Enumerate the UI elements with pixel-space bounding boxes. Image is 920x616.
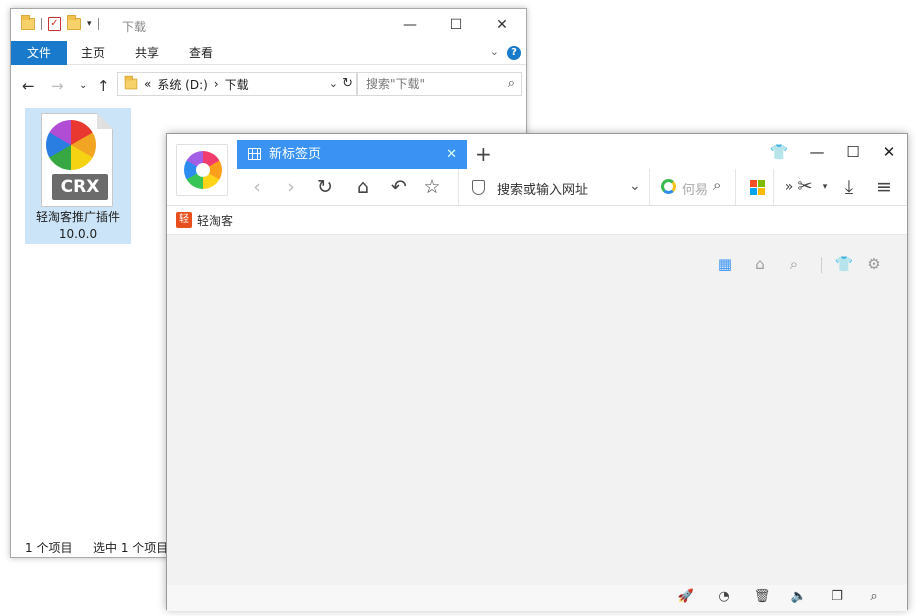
refresh-icon[interactable]: ↻: [313, 175, 337, 199]
tab-view[interactable]: 查看: [179, 41, 223, 65]
maximize-button[interactable]: ☐: [433, 9, 479, 41]
url-dropdown-icon[interactable]: ⌄: [629, 178, 641, 194]
crx-file-icon: CRX: [41, 113, 113, 207]
security-shield-icon[interactable]: [472, 180, 485, 195]
browser-toolbar: ‹ › ↻ ⌂ ↶ ☆ 搜索或输入网址 ⌄ 何易 ⌕ » ✂ ▾ ⤓ ≡: [167, 169, 907, 206]
speedup-rocket-icon[interactable]: 🚀: [676, 589, 696, 604]
address-dropdown-icon[interactable]: ⌄: [329, 77, 338, 90]
new-folder-icon[interactable]: [67, 15, 81, 30]
forward-icon[interactable]: ›: [279, 175, 303, 199]
breadcrumb-folder[interactable]: 下载: [225, 76, 249, 93]
quick-access-toolbar: ✓ ▾: [21, 15, 99, 31]
recent-locations-icon[interactable]: ⌄: [79, 80, 87, 91]
divider: [97, 18, 99, 30]
settings-gear-icon[interactable]: ⚙: [864, 255, 884, 273]
divider: [773, 169, 774, 205]
up-icon[interactable]: ↑: [97, 77, 110, 95]
maximize-button[interactable]: ☐: [839, 140, 867, 164]
home-icon[interactable]: ⌂: [351, 175, 375, 199]
favorite-star-icon[interactable]: ☆: [420, 175, 444, 199]
screenshot-dropdown-icon[interactable]: ▾: [813, 175, 837, 199]
divider: [821, 257, 822, 273]
help-icon[interactable]: ?: [507, 46, 521, 60]
address-chevron[interactable]: «: [144, 77, 151, 91]
browser-window: 新标签页 ✕ + 👕 — ☐ ✕ ‹ › ↻ ⌂ ↶ ☆ 搜索或输入网址 ⌄ 何…: [166, 133, 908, 611]
search-icon[interactable]: ⌕: [713, 176, 721, 194]
divider: [735, 169, 736, 205]
url-input[interactable]: 搜索或输入网址: [497, 179, 588, 198]
undo-close-icon[interactable]: ↶: [387, 175, 411, 199]
minimize-button[interactable]: —: [803, 140, 831, 164]
crx-badge: CRX: [52, 174, 108, 200]
browser-titlebar: 新标签页 ✕ + 👕 — ☐ ✕: [167, 134, 907, 169]
status-item-count: 1 个项目: [25, 541, 73, 555]
folder-icon[interactable]: [21, 15, 35, 30]
qingtaoke-bookmark-icon: 轻: [176, 212, 192, 228]
divider: [649, 169, 650, 205]
close-button[interactable]: ✕: [875, 140, 903, 164]
search-placeholder: 搜索"下载": [366, 77, 426, 91]
expand-ribbon-icon[interactable]: ⌄: [490, 45, 499, 58]
menu-icon[interactable]: ≡: [872, 175, 896, 199]
crx-ball-graphic: [46, 120, 96, 170]
trash-icon[interactable]: 🗑: [752, 589, 772, 604]
search-engine-icon[interactable]: [661, 179, 676, 194]
download-icon[interactable]: ⤓: [837, 175, 861, 199]
folder-icon: [124, 75, 138, 90]
forward-icon[interactable]: →: [51, 77, 64, 95]
tab-close-icon[interactable]: ✕: [446, 140, 457, 169]
divider: [458, 169, 459, 205]
skin-icon[interactable]: 👕: [765, 140, 793, 164]
back-icon[interactable]: ←: [22, 77, 35, 95]
search-icon[interactable]: ⌕: [784, 255, 804, 273]
search-icon[interactable]: ⌕: [508, 73, 515, 95]
breadcrumb-arrow-icon[interactable]: ›: [214, 77, 219, 91]
divider: [41, 18, 42, 30]
apps-icon[interactable]: [750, 180, 765, 195]
close-button[interactable]: ✕: [479, 9, 525, 41]
customize-dropdown-icon[interactable]: ▾: [87, 19, 92, 29]
minimize-button[interactable]: —: [387, 9, 433, 41]
new-tab-page: ▦ ⌂ ⌕ 👕 ⚙: [167, 235, 907, 585]
file-name: 轻淘客推广插件 10.0.0: [26, 209, 130, 243]
browser-statusbar: 🚀 ◔ 🗑 🔈 ❐ ⌕: [167, 585, 907, 611]
grid-view-icon[interactable]: ▦: [715, 255, 735, 273]
properties-icon[interactable]: ✓: [48, 17, 61, 31]
bookmarks-bar: 轻 轻淘客: [167, 206, 907, 235]
address-bar[interactable]: « 系统 (D:) › 下载 ⌄ ↻: [117, 72, 357, 96]
accelerate-icon[interactable]: ◔: [714, 589, 734, 604]
new-tab-icon[interactable]: +: [475, 140, 492, 168]
search-input[interactable]: 何易: [682, 179, 708, 198]
volume-icon[interactable]: 🔈: [789, 589, 809, 604]
file-name-line1: 轻淘客推广插件: [35, 210, 120, 224]
browser-logo-icon: [184, 151, 222, 189]
status-selected-count: 选中 1 个项目: [93, 541, 169, 555]
zoom-icon[interactable]: ⌕: [864, 589, 884, 604]
window-icon[interactable]: ❐: [827, 589, 847, 604]
address-row: ← → ⌄ ↑ « 系统 (D:) › 下载 ⌄ ↻ 搜索"下载" ⌕: [11, 65, 526, 105]
tab-new-tab[interactable]: 新标签页 ✕: [237, 140, 467, 169]
skin-icon[interactable]: 👕: [834, 255, 854, 273]
refresh-icon[interactable]: ↻: [342, 76, 353, 91]
breadcrumb-drive[interactable]: 系统 (D:): [157, 76, 207, 93]
window-title: 下载: [122, 20, 147, 34]
tab-label: 新标签页: [269, 147, 322, 162]
home-icon[interactable]: ⌂: [750, 255, 770, 273]
browser-logo[interactable]: [176, 144, 228, 196]
file-item[interactable]: CRX 轻淘客推广插件 10.0.0: [25, 108, 131, 244]
tab-home[interactable]: 主页: [71, 41, 115, 65]
tab-share[interactable]: 共享: [125, 41, 169, 65]
search-input[interactable]: 搜索"下载" ⌕: [357, 72, 522, 96]
back-icon[interactable]: ‹: [245, 175, 269, 199]
explorer-titlebar: ✓ ▾ 下载 — ☐ ✕: [11, 9, 526, 41]
grid-icon: [248, 148, 261, 160]
file-name-line2: 10.0.0: [58, 227, 98, 241]
tab-file[interactable]: 文件: [11, 41, 67, 65]
bookmark-qingtaoke[interactable]: 轻淘客: [197, 212, 233, 229]
ribbon-tabs: 文件 主页 共享 查看 ⌄ ?: [11, 41, 526, 65]
